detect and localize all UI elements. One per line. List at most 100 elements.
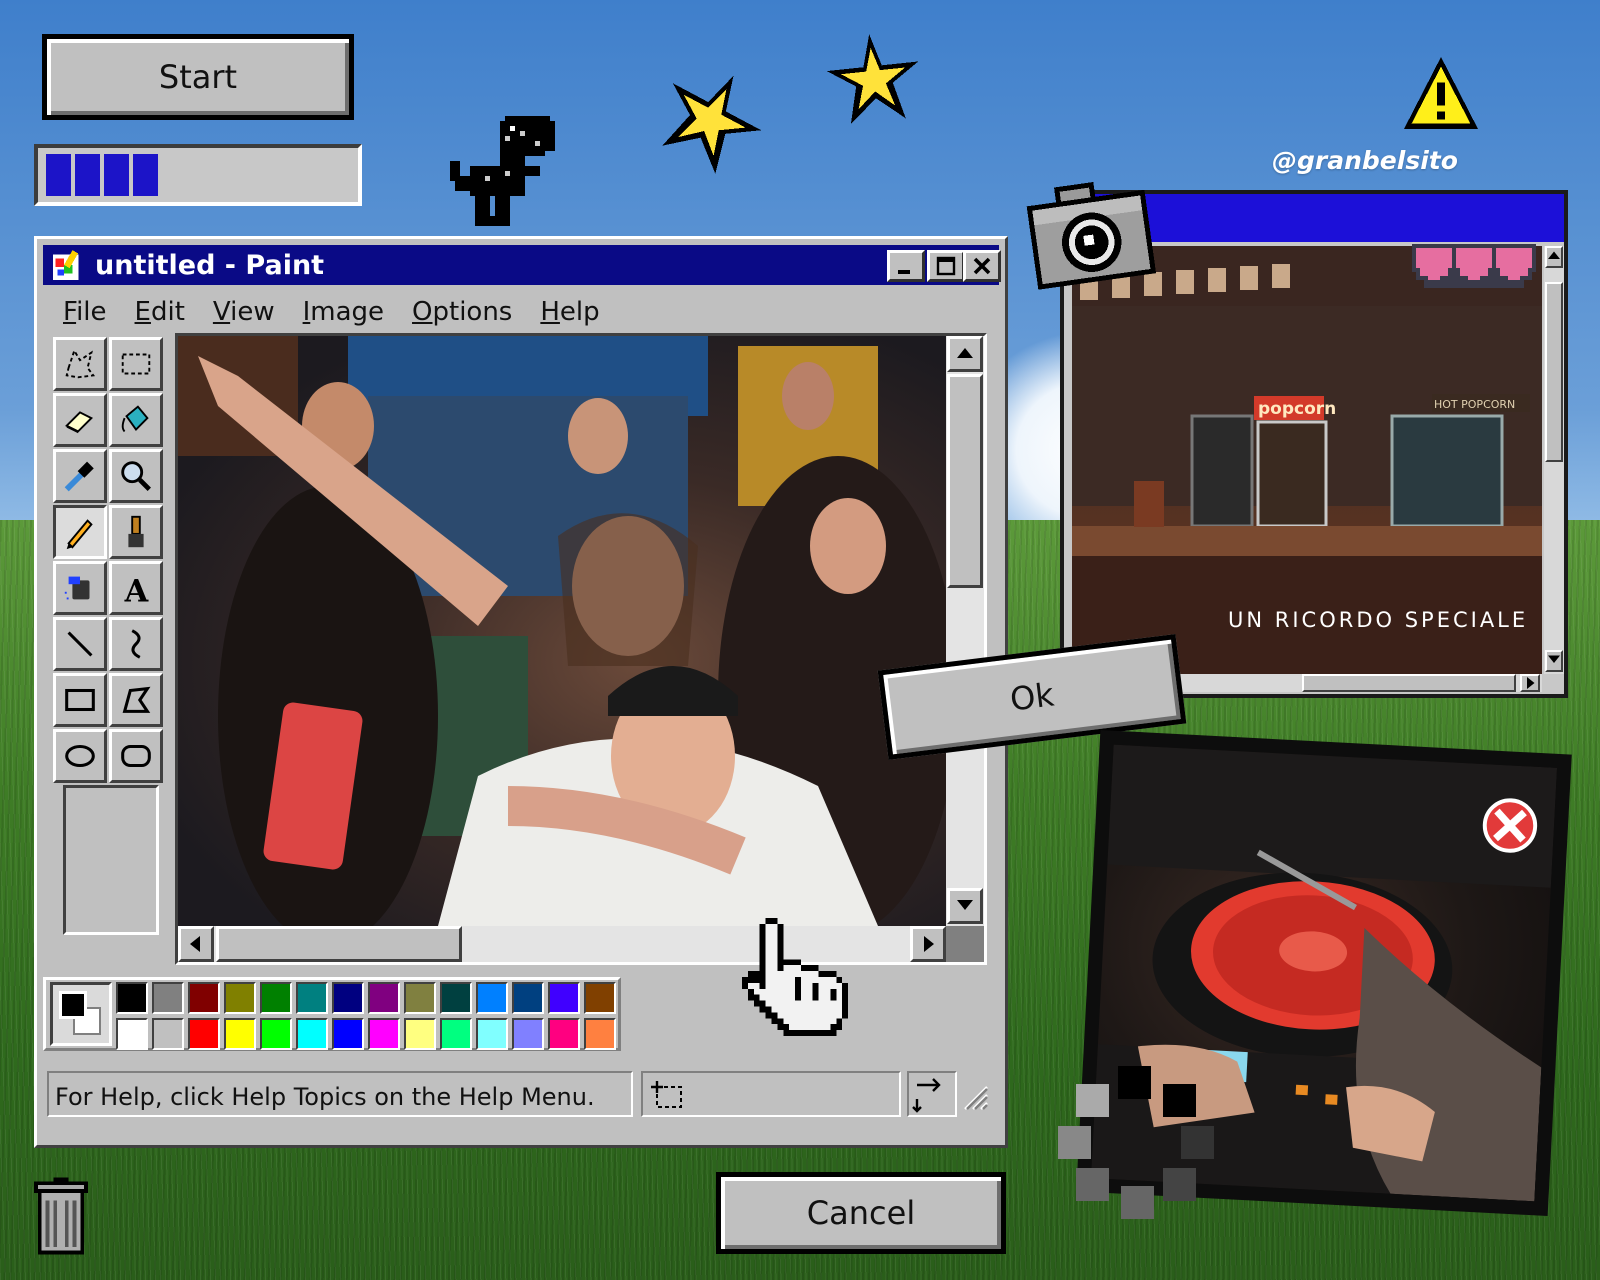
canvas-photo[interactable] <box>178 336 946 926</box>
tool-text[interactable]: A <box>109 561 163 615</box>
line-icon <box>67 631 93 657</box>
tool-polygon[interactable] <box>109 673 163 727</box>
arrow-down-icon <box>957 900 973 910</box>
palette-swatch[interactable] <box>584 1018 616 1050</box>
tool-airbrush[interactable] <box>53 561 107 615</box>
palette-swatch[interactable] <box>224 982 256 1014</box>
status-selection-size <box>907 1071 957 1117</box>
current-colors[interactable] <box>50 982 112 1046</box>
resize-grip-icon[interactable] <box>959 1081 989 1111</box>
tool-free-select[interactable] <box>53 337 107 391</box>
vertical-scrollbar[interactable] <box>1544 246 1564 674</box>
svg-text:A: A <box>124 573 149 607</box>
paint-title-bar[interactable]: untitled - Paint <box>43 245 1001 285</box>
palette-swatch[interactable] <box>152 1018 184 1050</box>
palette-swatch[interactable] <box>296 1018 328 1050</box>
menu-item[interactable]: Image <box>291 291 396 331</box>
scroll-thumb[interactable] <box>947 374 983 588</box>
camera-icon <box>1026 182 1157 290</box>
scroll-down-button[interactable] <box>1545 650 1563 672</box>
tool-brush[interactable] <box>109 505 163 559</box>
palette-swatch[interactable] <box>368 982 400 1014</box>
palette-swatch[interactable] <box>512 982 544 1014</box>
star-icon <box>826 34 919 125</box>
palette-swatch[interactable] <box>440 982 472 1014</box>
menu-item-accelerator: O <box>412 297 433 327</box>
scroll-left-button[interactable] <box>178 926 214 962</box>
trash-icon[interactable] <box>34 1176 88 1256</box>
arrow-right-icon <box>924 936 934 952</box>
palette-swatch[interactable] <box>404 1018 436 1050</box>
palette-swatch[interactable] <box>332 982 364 1014</box>
progress-segment <box>104 154 129 196</box>
palette-swatch[interactable] <box>260 982 292 1014</box>
menu-item-label: elp <box>559 297 600 327</box>
tool-magnifier[interactable] <box>109 449 163 503</box>
tool-options-panel[interactable] <box>63 785 159 935</box>
palette-swatch[interactable] <box>548 982 580 1014</box>
foreground-color[interactable] <box>59 991 87 1019</box>
palette-swatch[interactable] <box>512 1018 544 1050</box>
progress-segment <box>46 154 71 196</box>
palette-swatch[interactable] <box>332 1018 364 1050</box>
hearts-icon <box>1412 244 1536 288</box>
palette-swatch[interactable] <box>548 1018 580 1050</box>
tool-color-picker[interactable] <box>53 449 107 503</box>
tool-pencil[interactable] <box>53 505 107 559</box>
maximize-button[interactable] <box>927 250 965 282</box>
scroll-thumb[interactable] <box>1545 282 1563 462</box>
tool-line[interactable] <box>53 617 107 671</box>
palette-swatch[interactable] <box>476 1018 508 1050</box>
minimize-button[interactable] <box>887 250 925 282</box>
canvas-area[interactable] <box>175 333 987 965</box>
color-palette <box>43 977 621 1051</box>
rounded-rectangle-icon <box>121 744 151 768</box>
palette-swatch[interactable] <box>476 982 508 1014</box>
palette-swatch[interactable] <box>404 982 436 1014</box>
vertical-scrollbar[interactable] <box>946 336 984 926</box>
toolbox: A <box>51 335 169 939</box>
palette-swatch[interactable] <box>260 1018 292 1050</box>
menu-item[interactable]: File <box>51 291 119 331</box>
palette-swatch[interactable] <box>188 1018 220 1050</box>
palette-swatch[interactable] <box>440 1018 472 1050</box>
scroll-right-button[interactable] <box>910 926 946 962</box>
palette-swatch[interactable] <box>188 982 220 1014</box>
palette-swatch[interactable] <box>152 982 184 1014</box>
scroll-thumb[interactable] <box>216 926 462 962</box>
popcorn-sign: popcorn <box>1258 399 1336 419</box>
palette-swatch[interactable] <box>296 982 328 1014</box>
palette-swatch[interactable] <box>584 982 616 1014</box>
menu-item-label: ptions <box>432 297 513 327</box>
scroll-right-button[interactable] <box>1520 674 1540 692</box>
menu-bar: File Edit View Image Options Help <box>51 291 612 331</box>
window-title: untitled - Paint <box>95 249 325 281</box>
tool-rectangle[interactable] <box>53 673 107 727</box>
menu-item-label: dit <box>150 297 185 327</box>
tool-rounded-rectangle[interactable] <box>109 729 163 783</box>
menu-item[interactable]: Help <box>528 291 611 331</box>
close-button[interactable] <box>963 250 1001 282</box>
close-icon[interactable] <box>1481 796 1540 855</box>
tool-ellipse[interactable] <box>53 729 107 783</box>
palette-swatch[interactable] <box>368 1018 400 1050</box>
palette-swatch[interactable] <box>224 1018 256 1050</box>
menu-item[interactable]: View <box>201 291 287 331</box>
scroll-thumb[interactable] <box>1302 674 1516 692</box>
palette-swatch[interactable] <box>116 1018 148 1050</box>
menu-item[interactable]: Options <box>400 291 524 331</box>
scroll-up-button[interactable] <box>947 336 983 372</box>
warning-icon <box>1403 56 1479 130</box>
cancel-button[interactable]: Cancel <box>716 1172 1006 1254</box>
tool-select[interactable] <box>109 337 163 391</box>
text-icon: A <box>124 573 149 607</box>
scroll-down-button[interactable] <box>947 888 983 924</box>
tool-eraser[interactable] <box>53 393 107 447</box>
photo-caption: UN RICORDO SPECIALE <box>1228 608 1529 632</box>
tool-curve[interactable] <box>109 617 163 671</box>
start-button[interactable]: Start <box>42 34 354 120</box>
menu-item[interactable]: Edit <box>123 291 197 331</box>
tool-fill[interactable] <box>109 393 163 447</box>
palette-swatch[interactable] <box>116 982 148 1014</box>
scroll-up-button[interactable] <box>1545 246 1563 268</box>
